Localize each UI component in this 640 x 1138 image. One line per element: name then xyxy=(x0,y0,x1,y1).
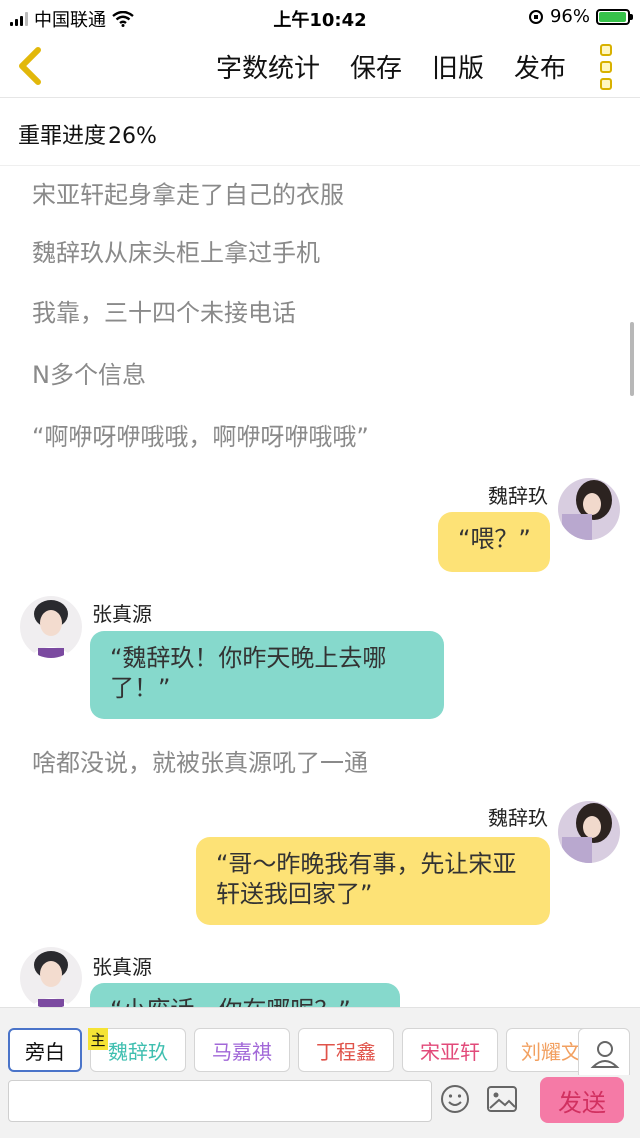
publish-button[interactable]: 发布 xyxy=(514,48,566,85)
narration-line: 啥都没说，就被张真源吼了一通 xyxy=(32,749,368,777)
image-icon[interactable] xyxy=(486,1084,518,1114)
progress-label: 重罪进度 xyxy=(18,124,107,149)
status-bar: 中国联通 上午10:42 96% xyxy=(0,0,640,34)
role-label: 丁程鑫 xyxy=(316,1039,376,1064)
narration-line: “啊咿呀咿哦哦，啊咿呀咿哦哦” xyxy=(32,423,369,451)
top-nav-bar: 字数统计 保存 旧版 发布 xyxy=(0,34,640,98)
speaker-name: 魏辞玖 xyxy=(488,806,548,830)
message-input[interactable] xyxy=(8,1080,432,1122)
old-version-button[interactable]: 旧版 xyxy=(432,48,484,85)
message-bubble: “哥～昨晚我有事，先让宋亚轩送我回家了” xyxy=(196,837,550,925)
chevron-left-icon[interactable] xyxy=(12,44,48,88)
role-ding-chengxin[interactable]: 丁程鑫 xyxy=(298,1028,394,1072)
battery-icon xyxy=(596,8,633,25)
main-role-tag: 主 xyxy=(88,1028,108,1050)
send-button[interactable]: 发送 xyxy=(540,1077,624,1123)
speaker-name: 张真源 xyxy=(92,955,152,979)
person-icon[interactable] xyxy=(578,1028,630,1080)
role-label: 旁白 xyxy=(25,1039,65,1064)
composer: 发送 xyxy=(0,1075,640,1138)
role-narrator[interactable]: 旁白 xyxy=(8,1028,82,1072)
avatar[interactable] xyxy=(20,596,82,658)
role-label: 宋亚轩 xyxy=(420,1039,480,1064)
orientation-lock-icon xyxy=(528,9,543,24)
scrollbar[interactable] xyxy=(630,322,634,396)
save-button[interactable]: 保存 xyxy=(350,48,402,85)
avatar[interactable] xyxy=(558,478,620,540)
role-label: 魏辞玖 xyxy=(108,1039,168,1064)
nav-actions: 字数统计 保存 旧版 发布 xyxy=(216,34,566,98)
narration-line: 我靠，三十四个未接电话 xyxy=(32,299,296,327)
progress-bar-row: 重罪进度26% xyxy=(0,98,640,166)
role-song-yaxuan[interactable]: 宋亚轩 xyxy=(402,1028,498,1072)
message-bubble: “魏辞玖！你昨天晚上去哪了！” xyxy=(90,631,444,719)
narration-line: 宋亚轩起身拿走了自己的衣服 xyxy=(32,181,344,209)
battery-percent: 96% xyxy=(549,6,590,27)
role-label: 刘耀文 xyxy=(521,1039,581,1064)
progress-value: 26% xyxy=(108,124,157,149)
chat-area[interactable]: 宋亚轩起身拿走了自己的衣服 魏辞玖从床头柜上拿过手机 我靠，三十四个未接电话 N… xyxy=(0,167,640,1007)
speaker-name: 魏辞玖 xyxy=(488,484,548,508)
role-label: 马嘉祺 xyxy=(212,1039,272,1064)
narration-line: N多个信息 xyxy=(32,361,146,389)
role-ma-jiaqi[interactable]: 马嘉祺 xyxy=(194,1028,290,1072)
speaker-name: 张真源 xyxy=(92,602,152,626)
progress-text: 重罪进度26% xyxy=(16,118,157,150)
smiley-icon[interactable] xyxy=(440,1084,470,1114)
role-selector-bar: 旁白 主 魏辞玖 马嘉祺 丁程鑫 宋亚轩 刘耀文 xyxy=(0,1007,640,1080)
message-bubble: “喂？” xyxy=(438,512,550,572)
status-right: 96% xyxy=(528,6,633,27)
message-bubble: “小废话，你在哪呢？” xyxy=(90,983,400,1007)
avatar[interactable] xyxy=(20,947,82,1007)
avatar[interactable] xyxy=(558,801,620,863)
word-count-button[interactable]: 字数统计 xyxy=(216,48,320,85)
more-vertical-icon[interactable] xyxy=(600,44,618,90)
narration-line: 魏辞玖从床头柜上拿过手机 xyxy=(32,239,320,267)
battery-fill xyxy=(599,11,626,22)
